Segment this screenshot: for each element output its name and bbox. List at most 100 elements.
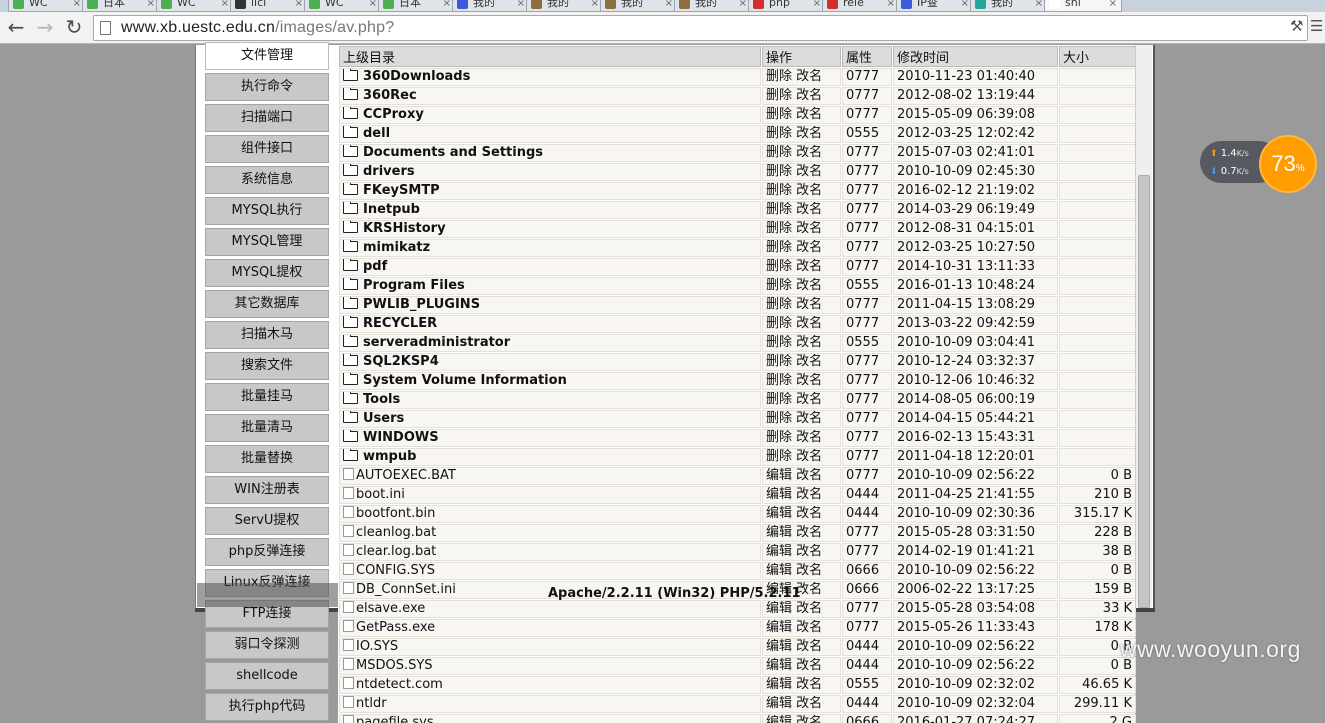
sidebar-item[interactable]: MYSQL提权	[205, 259, 329, 287]
file-mtime[interactable]: 2014-02-19 01:41:21	[893, 543, 1058, 561]
tab-close-icon[interactable]: ×	[887, 0, 895, 11]
file-mtime[interactable]: 2010-10-09 02:56:22	[893, 638, 1058, 656]
dir-name-cell[interactable]: serveradministrator	[339, 334, 761, 352]
tab-close-icon[interactable]: ×	[73, 0, 81, 11]
browser-tab[interactable]: 我的 ×	[600, 0, 678, 12]
sidebar-item[interactable]: 文件管理	[205, 42, 329, 70]
dir-mtime[interactable]: 2016-01-13 10:48:24	[893, 277, 1058, 295]
dir-name-cell[interactable]: dell	[339, 125, 761, 143]
file-mtime[interactable]: 2010-10-09 02:32:04	[893, 695, 1058, 713]
file-name[interactable]: MSDOS.SYS	[356, 658, 433, 673]
file-name[interactable]: GetPass.exe	[356, 620, 435, 635]
dir-name[interactable]: Documents and Settings	[363, 145, 543, 160]
file-perm[interactable]: 0444	[842, 638, 892, 656]
reload-icon[interactable]: ↻	[62, 16, 86, 40]
file-mtime[interactable]: 2010-10-09 02:32:02	[893, 676, 1058, 694]
browser-tab[interactable]: php ×	[748, 0, 826, 12]
file-name[interactable]: CONFIG.SYS	[356, 563, 435, 578]
dir-name[interactable]: CCProxy	[363, 107, 424, 122]
dir-perm[interactable]: 0777	[842, 220, 892, 238]
dir-perm[interactable]: 0777	[842, 182, 892, 200]
tab-close-icon[interactable]: ×	[295, 0, 303, 11]
dir-name[interactable]: KRSHistory	[363, 221, 446, 236]
file-mtime[interactable]: 2015-05-26 11:33:43	[893, 619, 1058, 637]
file-name[interactable]: elsave.exe	[356, 601, 425, 616]
dir-ops[interactable]: 删除 改名	[762, 163, 841, 181]
dir-ops[interactable]: 删除 改名	[762, 258, 841, 276]
dir-mtime[interactable]: 2010-10-09 02:45:30	[893, 163, 1058, 181]
sidebar-item[interactable]: WIN注册表	[205, 476, 329, 504]
file-mtime[interactable]: 2015-05-28 03:31:50	[893, 524, 1058, 542]
sidebar-item[interactable]: 批量替换	[205, 445, 329, 473]
dir-name-cell[interactable]: System Volume Information	[339, 372, 761, 390]
dir-ops[interactable]: 删除 改名	[762, 429, 841, 447]
dir-name[interactable]: Users	[363, 411, 404, 426]
file-mtime[interactable]: 2006-02-22 13:17:25	[893, 581, 1058, 599]
browser-tab[interactable]: WC ×	[8, 0, 86, 12]
dir-ops[interactable]: 删除 改名	[762, 315, 841, 333]
dir-name-cell[interactable]: SQL2KSP4	[339, 353, 761, 371]
file-name-cell[interactable]: ntldr	[339, 695, 761, 713]
dir-name-cell[interactable]: Users	[339, 410, 761, 428]
tab-close-icon[interactable]: ×	[665, 0, 673, 11]
dir-mtime[interactable]: 2012-03-25 12:02:42	[893, 125, 1058, 143]
dir-perm[interactable]: 0777	[842, 315, 892, 333]
dir-mtime[interactable]: 2012-03-25 10:27:50	[893, 239, 1058, 257]
dir-name[interactable]: 360Downloads	[363, 69, 470, 84]
file-name[interactable]: DB_ConnSet.ini	[356, 582, 456, 597]
tab-close-icon[interactable]: ×	[739, 0, 747, 11]
browser-tab[interactable]: 我的 ×	[674, 0, 752, 12]
dir-perm[interactable]: 0777	[842, 353, 892, 371]
file-ops[interactable]: 编辑 改名	[762, 657, 841, 675]
back-arrow-icon[interactable]: ←	[4, 16, 28, 40]
dir-name-cell[interactable]: Program Files	[339, 277, 761, 295]
dir-perm[interactable]: 0555	[842, 125, 892, 143]
dir-perm[interactable]: 0555	[842, 277, 892, 295]
dir-perm[interactable]: 0777	[842, 106, 892, 124]
dir-perm[interactable]: 0777	[842, 239, 892, 257]
browser-tab[interactable]: 我的 ×	[970, 0, 1048, 12]
sidebar-item[interactable]: php反弹连接	[205, 538, 329, 566]
file-name[interactable]: IO.SYS	[356, 639, 398, 654]
file-mtime[interactable]: 2011-04-25 21:41:55	[893, 486, 1058, 504]
dir-mtime[interactable]: 2015-05-09 06:39:08	[893, 106, 1058, 124]
file-name[interactable]: bootfont.bin	[356, 506, 435, 521]
dir-name[interactable]: dell	[363, 126, 390, 141]
dir-perm[interactable]: 0777	[842, 144, 892, 162]
file-perm[interactable]: 0666	[842, 581, 892, 599]
dir-ops[interactable]: 删除 改名	[762, 448, 841, 466]
dir-name[interactable]: 360Rec	[363, 88, 417, 103]
dir-perm[interactable]: 0777	[842, 410, 892, 428]
tab-close-icon[interactable]: ×	[443, 0, 451, 11]
file-ops[interactable]: 编辑 改名	[762, 524, 841, 542]
dir-mtime[interactable]: 2010-12-24 03:32:37	[893, 353, 1058, 371]
browser-tab[interactable]: 日本 ×	[378, 0, 456, 12]
file-ops[interactable]: 编辑 改名	[762, 695, 841, 713]
dir-perm[interactable]: 0555	[842, 334, 892, 352]
browser-tab[interactable]: 日本 ×	[82, 0, 160, 12]
network-speed-widget[interactable]: ⬆ 1.4K/s ⬇ 0.7K/s 73%	[1200, 135, 1318, 193]
dir-ops[interactable]: 删除 改名	[762, 125, 841, 143]
file-name-cell[interactable]: pagefile.sys	[339, 714, 761, 723]
sidebar-item[interactable]: 弱口令探测	[205, 631, 329, 659]
file-perm[interactable]: 0777	[842, 467, 892, 485]
dir-ops[interactable]: 删除 改名	[762, 239, 841, 257]
sidebar-item[interactable]: 批量清马	[205, 414, 329, 442]
browser-tab[interactable]: IP查 ×	[896, 0, 974, 12]
file-mtime[interactable]: 2016-01-27 07:24:27	[893, 714, 1058, 723]
dir-name-cell[interactable]: Tools	[339, 391, 761, 409]
extension-icon[interactable]: ⚒	[1290, 17, 1303, 35]
sidebar-item[interactable]: 系统信息	[205, 166, 329, 194]
file-perm[interactable]: 0777	[842, 543, 892, 561]
dir-name[interactable]: Tools	[363, 392, 400, 407]
dir-perm[interactable]: 0777	[842, 448, 892, 466]
file-ops[interactable]: 编辑 改名	[762, 543, 841, 561]
dir-ops[interactable]: 删除 改名	[762, 334, 841, 352]
forward-arrow-icon[interactable]: →	[33, 16, 57, 40]
dir-name[interactable]: System Volume Information	[363, 373, 567, 388]
dir-name-cell[interactable]: PWLIB_PLUGINS	[339, 296, 761, 314]
dir-ops[interactable]: 删除 改名	[762, 68, 841, 86]
file-name-cell[interactable]: AUTOEXEC.BAT	[339, 467, 761, 485]
file-perm[interactable]: 0777	[842, 600, 892, 618]
sidebar-item[interactable]: 搜索文件	[205, 352, 329, 380]
